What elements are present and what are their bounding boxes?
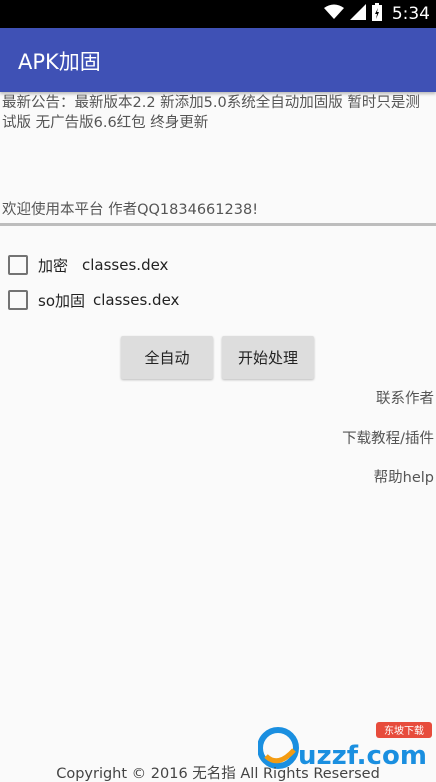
status-icons: 5:34 bbox=[323, 0, 430, 28]
encrypt-checkbox[interactable] bbox=[8, 255, 28, 275]
encrypt-label: 加密 bbox=[38, 256, 69, 275]
help-link[interactable]: 帮助help bbox=[374, 466, 434, 487]
contact-author-link[interactable]: 联系作者 bbox=[376, 387, 434, 408]
signal-icon bbox=[349, 4, 366, 24]
option-so-harden[interactable]: so加固 classes.dex bbox=[8, 288, 179, 312]
watermark-tag: 东坡下载 bbox=[384, 724, 424, 737]
status-time: 5:34 bbox=[391, 4, 430, 24]
download-tutorial-link[interactable]: 下载教程/插件 bbox=[342, 427, 434, 448]
start-processing-button[interactable]: 开始处理 bbox=[222, 336, 314, 379]
battery-charging-icon bbox=[371, 3, 382, 25]
so-harden-label: so加固 bbox=[38, 291, 85, 310]
welcome-text: 欢迎使用本平台 作者QQ1834661238! bbox=[2, 202, 259, 218]
option-encrypt[interactable]: 加密 classes.dex bbox=[8, 253, 168, 277]
copyright-text: Copyright © 2016 无名指 All Rights Resersed bbox=[56, 766, 380, 782]
wifi-icon bbox=[323, 4, 344, 24]
auto-button[interactable]: 全自动 bbox=[121, 336, 213, 379]
app-bar: APK加固 bbox=[0, 28, 436, 92]
status-bar: 5:34 bbox=[0, 0, 436, 28]
notice-text: 最新公告：最新版本2.2 新添加5.0系统全自动加固版 暂时只是测试版 无广告版… bbox=[2, 95, 420, 131]
app-title: APK加固 bbox=[18, 50, 101, 74]
so-harden-checkbox[interactable] bbox=[8, 290, 28, 310]
divider bbox=[0, 223, 436, 226]
so-harden-file: classes.dex bbox=[93, 291, 180, 309]
encrypt-file: classes.dex bbox=[82, 256, 169, 274]
